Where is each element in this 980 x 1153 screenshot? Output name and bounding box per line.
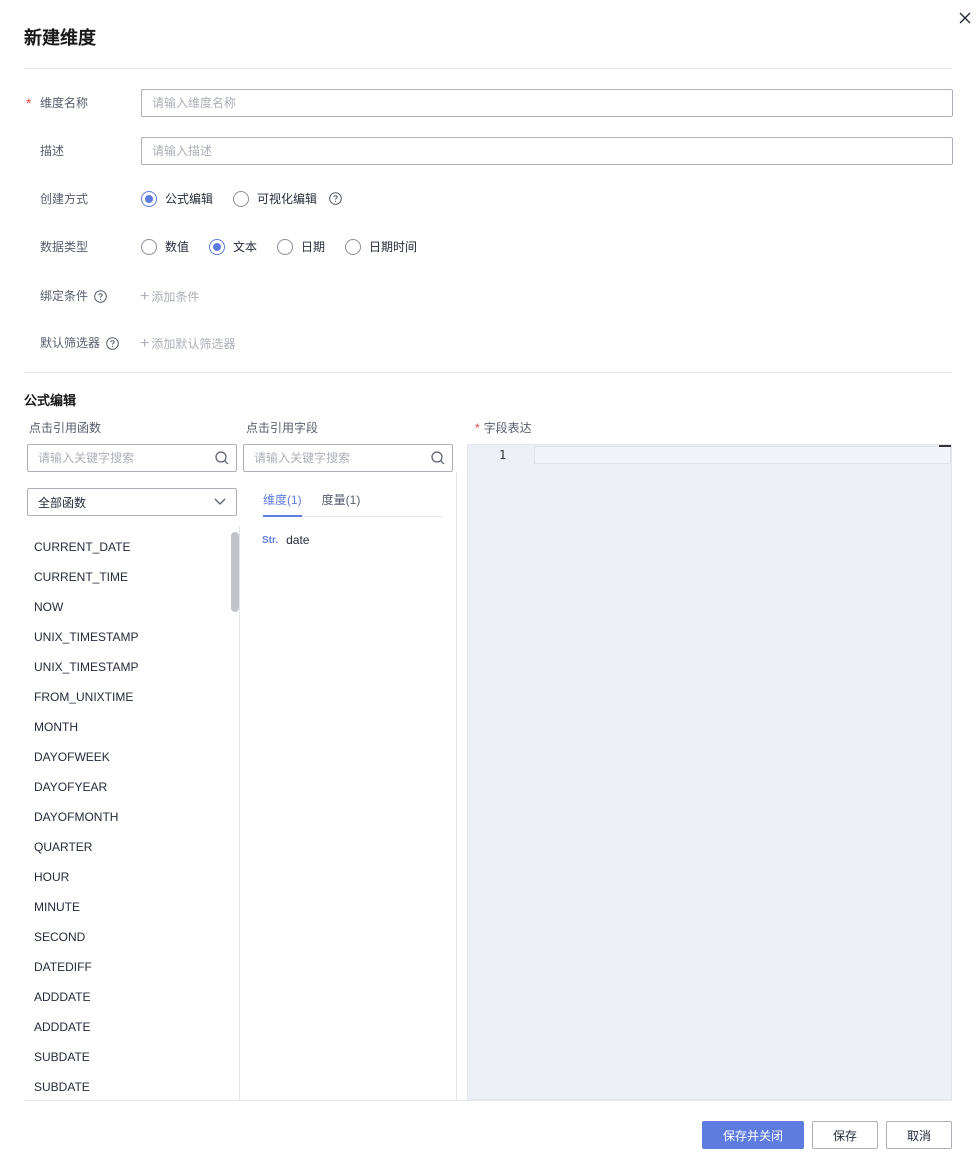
radio-text[interactable]: 文本 (209, 238, 257, 255)
formula-section-title: 公式编辑 (24, 393, 77, 408)
line-number: 1 (499, 448, 507, 462)
radio-circle (209, 238, 226, 255)
name-input[interactable] (141, 89, 953, 117)
bind-condition-label: 绑定条件 (40, 288, 107, 304)
function-item[interactable]: DAYOFYEAR (24, 772, 239, 802)
question-circle-icon[interactable] (94, 289, 107, 303)
header-divider (24, 68, 952, 69)
function-item[interactable]: MONTH (24, 712, 239, 742)
function-item[interactable]: NOW (24, 592, 239, 622)
function-item[interactable]: SUBDATE (24, 1042, 239, 1072)
function-category-value: 全部函数 (38, 495, 87, 510)
cancel-button[interactable]: 取消 (886, 1121, 952, 1149)
function-search-box (27, 444, 237, 472)
add-condition-text: 添加条件 (151, 290, 200, 304)
radio-circle (277, 238, 294, 255)
editor-active-line[interactable] (534, 446, 951, 464)
radio-circle (345, 238, 362, 255)
radio-label: 日期 (301, 240, 326, 254)
radio-date[interactable]: 日期 (277, 238, 325, 255)
radio-visual-edit[interactable]: 可视化编辑 (233, 190, 317, 207)
function-item[interactable]: ADDDATE (24, 982, 239, 1012)
radio-circle (141, 190, 157, 207)
name-label: 维度名称 (40, 96, 89, 110)
description-label: 描述 (40, 144, 65, 158)
field-search-input[interactable] (244, 445, 430, 471)
radio-circle (233, 190, 250, 207)
radio-number[interactable]: 数值 (141, 238, 189, 255)
data-type-group: 数值 文本 日期 日期时间 (141, 238, 437, 255)
bind-condition-text: 绑定条件 (40, 289, 89, 303)
radio-label: 日期时间 (369, 240, 418, 254)
column-divider (456, 472, 457, 1100)
function-item[interactable]: DATEDIFF (24, 952, 239, 982)
radio-label: 文本 (233, 240, 258, 254)
creation-mode-label: 创建方式 (40, 192, 89, 206)
function-category-select[interactable]: 全部函数 (27, 488, 237, 516)
field-search-box (243, 444, 453, 472)
expression-editor[interactable]: 1 (467, 444, 952, 1100)
function-list-scrollbar[interactable] (231, 532, 239, 612)
search-icon[interactable] (214, 450, 230, 466)
function-list: CURRENT_DATE CURRENT_TIME NOW UNIX_TIMES… (24, 532, 239, 1100)
radio-circle (141, 238, 157, 255)
question-circle-icon[interactable] (106, 336, 119, 350)
creation-mode-group: 公式编辑 可视化编辑 (141, 190, 342, 207)
default-filter-label: 默认筛选器 (40, 335, 119, 351)
function-item[interactable]: CURRENT_TIME (24, 562, 239, 592)
function-item[interactable]: MINUTE (24, 892, 239, 922)
function-item[interactable]: UNIX_TIMESTAMP (24, 622, 239, 652)
function-search-input[interactable] (28, 445, 214, 471)
function-item[interactable]: QUARTER (24, 832, 239, 862)
tab-measures[interactable]: 度量(1) (322, 486, 361, 516)
tab-dimensions[interactable]: 维度(1) (263, 486, 302, 517)
column-divider (239, 526, 240, 1100)
close-icon[interactable] (956, 9, 974, 27)
data-type-label: 数据类型 (40, 240, 89, 254)
radio-label: 数值 (165, 240, 190, 254)
function-item[interactable]: SUBDATE (24, 1072, 239, 1100)
dialog-title: 新建维度 (24, 28, 96, 48)
radio-datetime[interactable]: 日期时间 (345, 238, 417, 255)
required-star: * (475, 421, 480, 435)
function-item[interactable]: CURRENT_DATE (24, 532, 239, 562)
function-item[interactable]: DAYOFMONTH (24, 802, 239, 832)
field-item-date[interactable]: Str. date (262, 533, 309, 547)
add-condition-link[interactable]: + 添加条件 (140, 288, 199, 305)
function-item[interactable]: FROM_UNIXTIME (24, 682, 239, 712)
add-default-filter-link[interactable]: + 添加默认筛选器 (140, 335, 235, 352)
editor-scroll-mark (939, 445, 951, 447)
chevron-down-icon (214, 498, 226, 506)
function-item[interactable]: SECOND (24, 922, 239, 952)
function-item[interactable]: UNIX_TIMESTAMP (24, 652, 239, 682)
question-circle-icon[interactable] (329, 192, 342, 205)
field-name: date (286, 533, 310, 547)
field-tabs: 维度(1) 度量(1) (263, 486, 443, 517)
search-icon[interactable] (430, 450, 446, 466)
save-button[interactable]: 保存 (812, 1121, 878, 1149)
description-input[interactable] (141, 137, 953, 165)
radio-formula-edit[interactable]: 公式编辑 (141, 190, 213, 207)
required-star: * (26, 95, 32, 111)
default-filter-text: 默认筛选器 (40, 336, 101, 350)
functions-label: 点击引用函数 (29, 421, 102, 435)
expression-label: * 字段表达 (475, 419, 532, 436)
plus-icon: + (140, 334, 150, 352)
expression-label-text: 字段表达 (483, 421, 532, 435)
fields-label: 点击引用字段 (246, 421, 319, 435)
footer-divider (24, 1100, 952, 1101)
radio-label: 公式编辑 (165, 192, 214, 206)
field-type-badge: Str. (262, 534, 279, 546)
function-item[interactable]: DAYOFWEEK (24, 742, 239, 772)
function-item[interactable]: HOUR (24, 862, 239, 892)
add-default-filter-text: 添加默认筛选器 (151, 337, 236, 351)
function-item[interactable]: ADDDATE (24, 1012, 239, 1042)
save-and-close-button[interactable]: 保存并关闭 (702, 1121, 804, 1149)
plus-icon: + (140, 287, 150, 305)
radio-label: 可视化编辑 (257, 192, 318, 206)
form-divider (24, 372, 952, 373)
